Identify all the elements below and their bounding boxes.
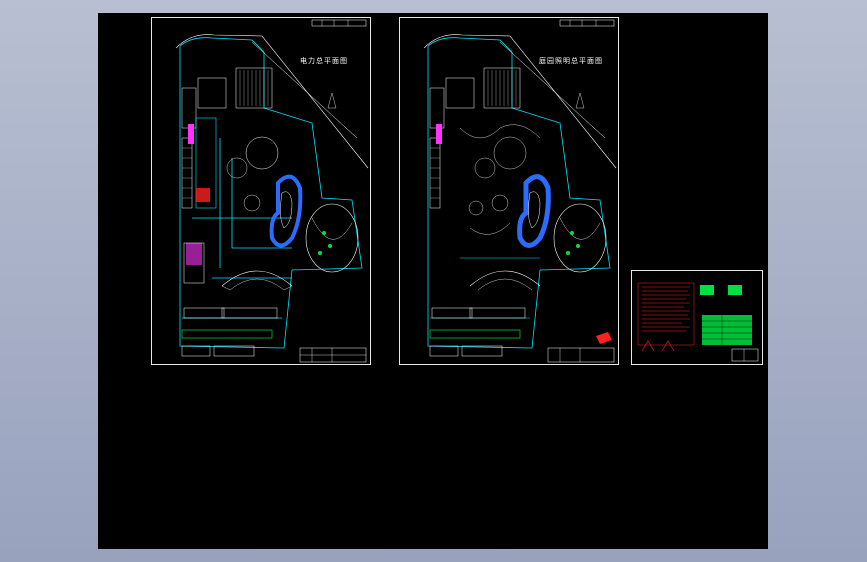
legend-drawing	[637, 282, 759, 362]
drawing-sheet-legend[interactable]	[631, 270, 763, 365]
sheet-title: 庭园照明总平面图	[539, 57, 603, 65]
sheet-title: 电力总平面图	[300, 57, 348, 65]
cad-viewport[interactable]: 电力总平面图 庭园照明总平面图	[98, 13, 768, 549]
site-plan-drawing	[175, 19, 369, 363]
drawing-sheet-garden-lighting-plan[interactable]: 庭园照明总平面图	[399, 17, 619, 365]
site-plan-drawing	[423, 19, 617, 363]
drawing-sheet-power-plan[interactable]: 电力总平面图	[151, 17, 371, 365]
